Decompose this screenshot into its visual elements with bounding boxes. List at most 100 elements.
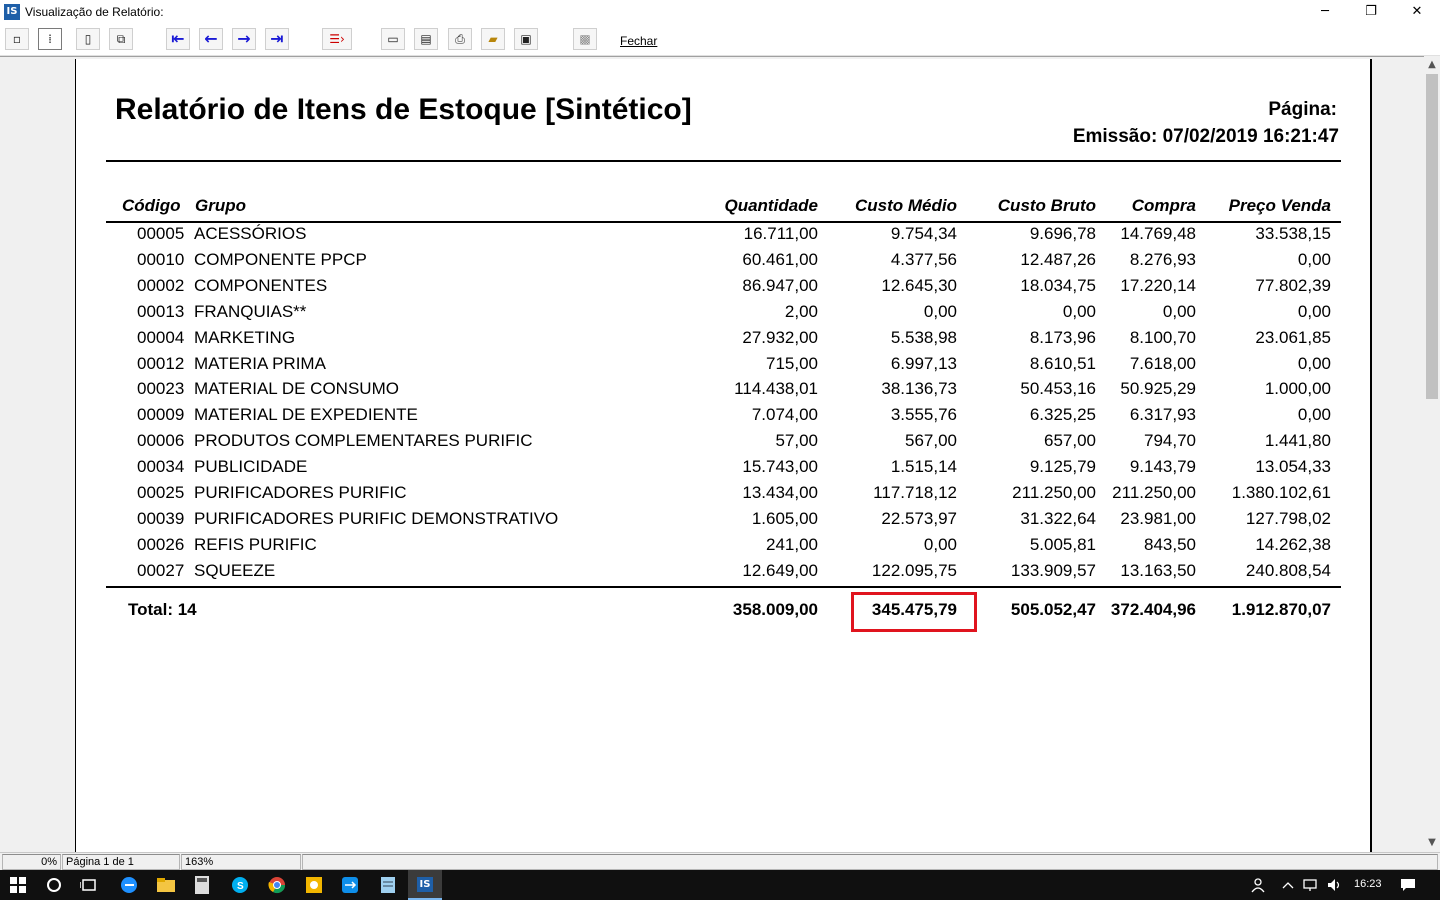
save-button[interactable]: ▣ bbox=[514, 28, 538, 50]
cell-custo-medio: 22.573,97 bbox=[881, 509, 957, 528]
printer-setup-icon: ▤ bbox=[420, 32, 432, 46]
cortana-search-icon[interactable] bbox=[42, 873, 66, 897]
header-grupo: Grupo bbox=[195, 196, 246, 215]
file-explorer-icon[interactable] bbox=[154, 873, 178, 897]
calculator-icon[interactable] bbox=[190, 873, 214, 897]
maximize-button[interactable]: ❐ bbox=[1348, 0, 1394, 23]
windows-start-icon[interactable] bbox=[6, 873, 30, 897]
cell-quantidade: 27.932,00 bbox=[742, 328, 818, 347]
cell-codigo: 00004 bbox=[137, 328, 185, 347]
two-page-view-button[interactable]: ⁞ bbox=[38, 28, 62, 50]
minimize-button[interactable]: ─ bbox=[1302, 0, 1348, 23]
next-page-button[interactable]: → bbox=[232, 28, 256, 50]
printer-setup-button[interactable]: ▤ bbox=[414, 28, 438, 50]
cell-preco-venda: 1.000,00 bbox=[1264, 379, 1331, 398]
status-bar: 0% Página 1 de 1 163% bbox=[0, 852, 1440, 870]
cell-compra: 843,50 bbox=[1144, 535, 1196, 554]
cell-grupo: PRODUTOS COMPLEMENTARES PURIFIC bbox=[194, 431, 533, 450]
chevron-up-icon[interactable] bbox=[1276, 873, 1300, 897]
last-page-button[interactable]: ⇥ bbox=[265, 28, 289, 50]
cell-preco-venda: 240.808,54 bbox=[1245, 561, 1331, 580]
cell-custo-bruto: 6.325,25 bbox=[1029, 405, 1096, 424]
status-page: Página 1 de 1 bbox=[62, 854, 180, 870]
window-controls: ─ ❐ ✕ bbox=[1302, 0, 1440, 23]
cell-quantidade: 57,00 bbox=[775, 431, 818, 450]
export-icon: ▩ bbox=[579, 32, 591, 46]
page-width-button[interactable]: ▯ bbox=[76, 28, 100, 50]
cell-quantidade: 16.711,00 bbox=[743, 224, 818, 243]
cell-codigo: 00006 bbox=[137, 431, 185, 450]
taskbar-report-app[interactable]: IS bbox=[408, 870, 442, 900]
action-center-icon[interactable] bbox=[1396, 873, 1420, 897]
cell-codigo: 00026 bbox=[137, 535, 185, 554]
cell-compra: 8.276,93 bbox=[1129, 250, 1196, 269]
clock[interactable]: 16:23 bbox=[1354, 878, 1382, 890]
cell-custo-bruto: 50.453,16 bbox=[1020, 379, 1096, 398]
volume-icon[interactable] bbox=[1323, 873, 1347, 897]
chrome-icon[interactable] bbox=[265, 873, 289, 897]
cell-codigo: 00012 bbox=[137, 354, 185, 373]
status-progress: 0% bbox=[2, 854, 61, 870]
people-icon[interactable] bbox=[1247, 873, 1271, 897]
cell-grupo: MATERIAL DE EXPEDIENTE bbox=[194, 405, 418, 424]
printer-icon: ⎙ bbox=[455, 32, 465, 46]
cell-codigo: 00005 bbox=[137, 224, 185, 243]
report-viewer[interactable]: Relatório de Itens de Estoque [Sintético… bbox=[0, 56, 1424, 859]
skype-icon[interactable]: S bbox=[228, 873, 252, 897]
fechar-button[interactable]: Fechar bbox=[620, 34, 657, 48]
previous-page-button[interactable]: ← bbox=[199, 28, 223, 50]
single-page-view-button[interactable]: ▫ bbox=[5, 28, 29, 50]
total-label: Total: 14 bbox=[128, 600, 197, 619]
cell-codigo: 00009 bbox=[137, 405, 185, 424]
cell-custo-medio: 9.754,34 bbox=[890, 224, 957, 243]
new-document-button[interactable]: ▭ bbox=[381, 28, 405, 50]
cell-codigo: 00010 bbox=[137, 250, 185, 269]
cell-preco-venda: 0,00 bbox=[1297, 354, 1331, 373]
go-to-page-icon: ☰› bbox=[329, 32, 345, 46]
total-divider bbox=[106, 586, 1341, 588]
notepad-icon[interactable] bbox=[376, 873, 400, 897]
taskbar: S IS 16:23 bbox=[0, 870, 1440, 900]
page-label: Página: bbox=[1268, 99, 1337, 120]
cell-quantidade: 114.438,01 bbox=[734, 379, 818, 398]
task-view-icon[interactable] bbox=[77, 873, 101, 897]
cell-preco-venda: 13.054,33 bbox=[1255, 457, 1331, 476]
go-to-page-button[interactable]: ☰› bbox=[322, 28, 352, 50]
cell-grupo: MATERIA PRIMA bbox=[194, 354, 326, 373]
close-window-button[interactable]: ✕ bbox=[1394, 0, 1440, 23]
cell-quantidade: 715,00 bbox=[766, 354, 818, 373]
multi-page-button[interactable]: ⧉ bbox=[109, 28, 133, 50]
cell-custo-medio: 122.095,75 bbox=[871, 561, 957, 580]
open-button[interactable]: ▰ bbox=[481, 28, 505, 50]
cell-preco-venda: 33.538,15 bbox=[1255, 224, 1331, 243]
cell-preco-venda: 0,00 bbox=[1297, 250, 1331, 269]
print-button[interactable]: ⎙ bbox=[448, 28, 472, 50]
first-page-button[interactable]: ⇤ bbox=[166, 28, 190, 50]
fechar-label: Fechar bbox=[620, 34, 658, 48]
teamviewer-icon[interactable] bbox=[338, 873, 362, 897]
cell-compra: 23.981,00 bbox=[1120, 509, 1196, 528]
cell-grupo: REFIS PURIFIC bbox=[194, 535, 317, 554]
cell-custo-bruto: 12.487,26 bbox=[1020, 250, 1096, 269]
multi-page-icon: ⧉ bbox=[116, 32, 126, 46]
cell-custo-medio: 567,00 bbox=[905, 431, 957, 450]
yellow-app-icon[interactable] bbox=[302, 873, 326, 897]
cell-codigo: 00023 bbox=[137, 379, 185, 398]
network-icon[interactable] bbox=[1298, 873, 1322, 897]
export-button[interactable]: ▩ bbox=[573, 28, 597, 50]
cell-grupo: MATERIAL DE CONSUMO bbox=[194, 379, 399, 398]
document-icon: ▭ bbox=[387, 32, 399, 46]
two-page-icon: ⁞ bbox=[48, 32, 52, 46]
vertical-scrollbar[interactable]: ▲ ▼ bbox=[1424, 56, 1440, 852]
last-page-icon: ⇥ bbox=[270, 29, 284, 48]
scroll-up-icon[interactable]: ▲ bbox=[1424, 56, 1440, 72]
cell-compra: 9.143,79 bbox=[1129, 457, 1196, 476]
scroll-thumb[interactable] bbox=[1426, 74, 1438, 399]
cell-preco-venda: 14.262,38 bbox=[1255, 535, 1331, 554]
cell-custo-medio: 12.645,30 bbox=[881, 276, 957, 295]
cell-grupo: PUBLICIDADE bbox=[194, 457, 308, 476]
cell-custo-bruto: 18.034,75 bbox=[1020, 276, 1096, 295]
scroll-down-icon[interactable]: ▼ bbox=[1424, 834, 1440, 850]
edge-browser-icon[interactable] bbox=[117, 873, 141, 897]
cell-compra: 13.163,50 bbox=[1120, 561, 1196, 580]
